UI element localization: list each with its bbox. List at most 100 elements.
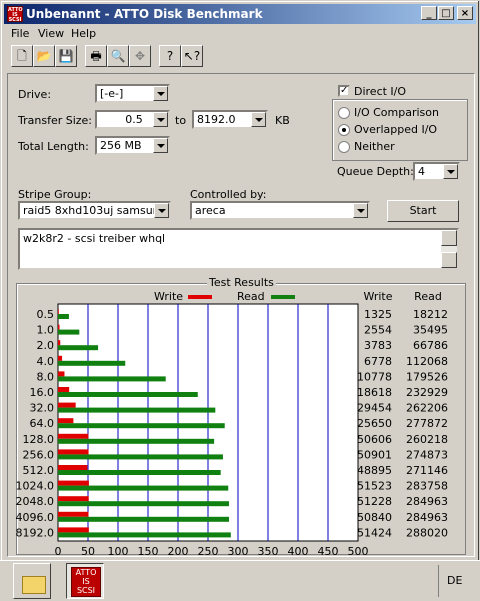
- read-value: 66786: [413, 339, 448, 352]
- write-value: 51424: [357, 526, 392, 539]
- menu-file[interactable]: File: [11, 27, 29, 40]
- legend-read-label: Read: [237, 290, 265, 303]
- write-bar: [58, 387, 70, 392]
- print-icon[interactable]: 🖶: [85, 45, 107, 67]
- read-bar: [58, 376, 166, 382]
- write-bar: [58, 340, 61, 346]
- category-label: 2.0: [37, 339, 55, 352]
- write-bar: [58, 449, 89, 455]
- category-label: 1.0: [37, 324, 55, 337]
- menu-view[interactable]: View: [38, 27, 64, 40]
- read-bar: [58, 407, 216, 413]
- category-label: 4.0: [37, 355, 55, 368]
- read-value: 262206: [406, 402, 448, 415]
- atto-taskbar-button[interactable]: ATTO IS SCSI: [66, 563, 104, 599]
- write-value: 50606: [357, 433, 392, 446]
- write-value: 6778: [364, 355, 392, 368]
- category-label: 32.0: [30, 402, 55, 415]
- folder-icon: [22, 576, 46, 594]
- x-tick-label: 400: [288, 545, 309, 556]
- category-label: 8192.0: [16, 526, 55, 539]
- context-help-icon[interactable]: ↖?: [181, 45, 203, 67]
- language-indicator[interactable]: DE: [447, 574, 462, 587]
- category-label: 4096.0: [16, 511, 55, 524]
- read-value: 112068: [406, 355, 448, 368]
- category-label: 64.0: [30, 417, 55, 430]
- read-value: 35495: [413, 324, 448, 337]
- write-bar: [58, 480, 89, 486]
- write-bar: [58, 527, 89, 533]
- read-bar: [58, 516, 229, 522]
- read-value: 179526: [406, 370, 448, 383]
- read-bar: [58, 470, 221, 475]
- write-value: 1325: [364, 308, 392, 321]
- category-label: 0.5: [37, 308, 55, 321]
- explorer-taskbar-button[interactable]: [13, 563, 51, 599]
- x-tick-label: 450: [318, 545, 339, 556]
- tray: DE: [438, 565, 469, 597]
- write-value: 50840: [357, 511, 392, 524]
- new-icon[interactable]: 🗋: [11, 45, 33, 67]
- write-bar: [58, 324, 60, 330]
- read-value: 284963: [406, 511, 448, 524]
- write-column-header: Write: [363, 290, 392, 303]
- settings-panel: Drive: [-e-] Transfer Size: 0.5 to 8192.…: [7, 73, 475, 557]
- write-bar: [58, 309, 59, 314]
- category-label: 16.0: [30, 386, 55, 399]
- read-bar: [58, 438, 215, 444]
- x-tick-label: 0: [55, 545, 62, 556]
- x-tick-label: 100: [108, 545, 129, 556]
- category-label: 256.0: [23, 448, 55, 461]
- write-value: 51228: [357, 495, 392, 508]
- write-value: 25650: [357, 417, 392, 430]
- write-bar: [58, 355, 63, 361]
- category-label: 8.0: [37, 370, 55, 383]
- write-value: 10778: [357, 370, 392, 383]
- help-icon[interactable]: ?: [159, 45, 181, 67]
- read-bar: [58, 392, 198, 397]
- read-value: 284963: [406, 495, 448, 508]
- x-tick-label: 250: [198, 545, 219, 556]
- menu-help[interactable]: Help: [71, 27, 96, 40]
- taskbar: ATTO IS SCSI DE: [0, 560, 480, 601]
- minimize-button[interactable]: _: [421, 6, 437, 20]
- close-button[interactable]: ×: [457, 6, 473, 20]
- read-bar: [58, 345, 99, 351]
- x-tick-label: 50: [81, 545, 95, 556]
- category-label: 1024.0: [16, 480, 55, 493]
- write-value: 51523: [357, 480, 392, 493]
- open-icon[interactable]: 📂: [33, 45, 55, 67]
- write-bar: [58, 371, 65, 377]
- save-icon[interactable]: 💾: [55, 45, 77, 67]
- write-value: 2554: [364, 324, 392, 337]
- read-value: 274873: [406, 448, 448, 461]
- x-tick-label: 150: [138, 545, 159, 556]
- x-tick-label: 300: [228, 545, 249, 556]
- read-value: 260218: [406, 433, 448, 446]
- write-bar: [58, 511, 89, 517]
- read-value: 283758: [406, 480, 448, 493]
- write-value: 3783: [364, 339, 392, 352]
- read-value: 271146: [406, 464, 448, 477]
- read-value: 277872: [406, 417, 448, 430]
- write-bar: [58, 465, 88, 470]
- print-preview-icon[interactable]: 🔍: [107, 45, 129, 67]
- write-bar: [58, 418, 74, 424]
- read-bar: [58, 532, 231, 538]
- move-icon[interactable]: ✥: [129, 45, 151, 67]
- x-tick-label: 200: [168, 545, 189, 556]
- title-bar[interactable]: ATTO IS SCSI Unbenannt - ATTO Disk Benchma…: [4, 4, 476, 24]
- read-bar: [58, 485, 229, 491]
- atto-app-icon[interactable]: ATTO IS SCSI: [7, 6, 23, 23]
- write-value: 48895: [357, 464, 392, 477]
- read-value: 288020: [406, 526, 448, 539]
- read-value: 232929: [406, 386, 448, 399]
- read-bar: [58, 423, 225, 429]
- read-bar: [58, 454, 223, 460]
- read-bar: [58, 501, 229, 507]
- x-tick-label: 500: [348, 545, 369, 556]
- legend-read-swatch: [271, 295, 295, 299]
- app-window: ATTO IS SCSI Unbenannt - ATTO Disk Benchma…: [0, 0, 480, 562]
- maximize-button[interactable]: □: [438, 6, 454, 20]
- write-value: 18618: [357, 386, 392, 399]
